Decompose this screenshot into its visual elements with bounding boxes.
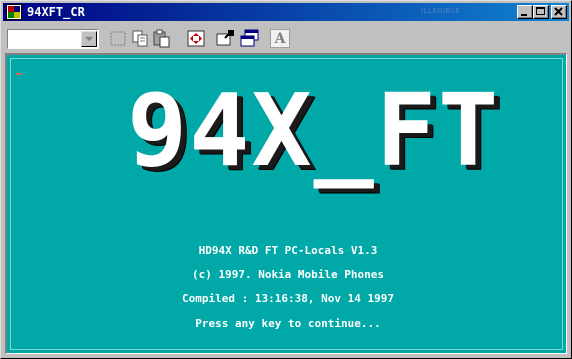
- text-cursor: [16, 73, 22, 75]
- font-icon-glyph: A: [274, 31, 286, 47]
- maximize-icon: [536, 7, 545, 15]
- fullscreen-button[interactable]: [185, 28, 207, 49]
- dropdown-button[interactable]: [81, 31, 97, 47]
- console-line-compiled: Compiled : 13:16:38, Nov 14 1997: [182, 292, 394, 305]
- background-button[interactable]: [239, 28, 261, 49]
- toolbar: A: [3, 23, 569, 51]
- font-icon: A: [270, 29, 290, 48]
- copy-icon: [132, 30, 148, 47]
- console-line-title: HD94X R&D FT PC-Locals V1.3: [198, 244, 378, 257]
- close-icon: [554, 7, 563, 16]
- maximize-button[interactable]: [533, 5, 549, 19]
- console-line-prompt: Press any key to continue...: [195, 317, 381, 330]
- font-size-select[interactable]: [7, 29, 99, 49]
- copy-button[interactable]: [129, 28, 151, 49]
- console-window: 94XFT_CR ILLEGIBLE A 94X_FT HD94X R&D FT…: [0, 0, 572, 359]
- properties-button[interactable]: [215, 28, 237, 49]
- chevron-down-icon: [85, 37, 93, 41]
- minimize-icon: [521, 14, 527, 16]
- paste-button[interactable]: [151, 28, 173, 49]
- watermark-text: ILLEGIBLE: [421, 7, 461, 15]
- title-bar[interactable]: 94XFT_CR ILLEGIBLE: [3, 3, 569, 21]
- paste-icon: [153, 29, 170, 48]
- ascii-logo: 94X_FT: [127, 72, 501, 189]
- background-icon: [240, 29, 259, 47]
- window-title: 94XFT_CR: [27, 5, 85, 19]
- properties-icon: [216, 30, 234, 46]
- app-icon[interactable]: [6, 4, 22, 20]
- close-button[interactable]: [551, 5, 567, 19]
- mark-button[interactable]: [107, 28, 129, 49]
- mark-icon: [110, 31, 126, 46]
- console-line-copyright: (c) 1997. Nokia Mobile Phones: [191, 268, 385, 281]
- font-button[interactable]: A: [269, 28, 291, 49]
- console-screen[interactable]: 94X_FT HD94X R&D FT PC-Locals V1.3 (c) 1…: [5, 53, 567, 354]
- fullscreen-icon: [187, 30, 205, 47]
- minimize-button[interactable]: [517, 5, 533, 19]
